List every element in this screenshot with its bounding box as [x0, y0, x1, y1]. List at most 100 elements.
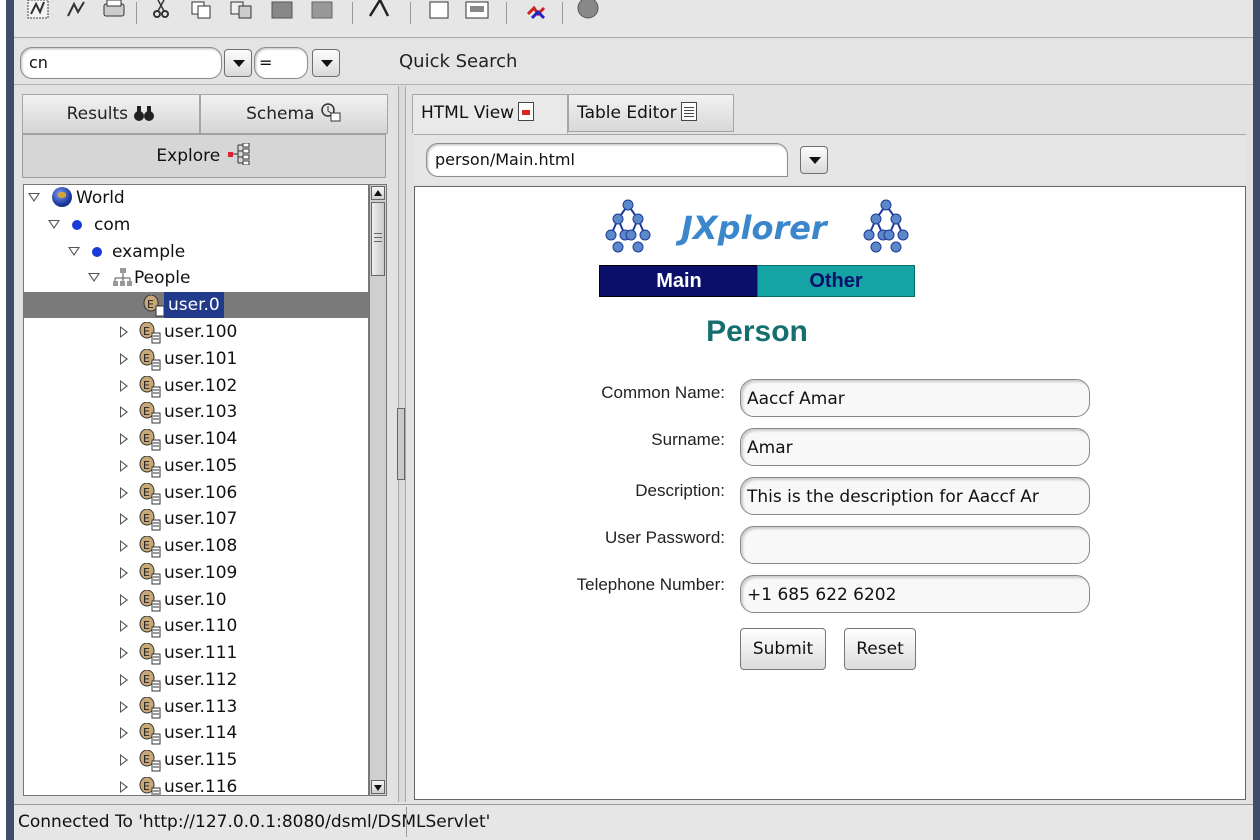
scroll-up-icon[interactable] [371, 186, 385, 200]
tree-node-user[interactable]: Euser.109 [24, 560, 368, 586]
tree-node-user[interactable]: Euser.110 [24, 613, 368, 639]
tree-node-user[interactable]: Euser.115 [24, 747, 368, 773]
expand-toggle-icon[interactable] [120, 566, 128, 579]
expand-toggle-icon[interactable] [88, 273, 100, 282]
tab-schema[interactable]: Schema [200, 94, 388, 134]
tree-node-user[interactable]: Euser.101 [24, 346, 368, 372]
surname-label: Surname: [651, 430, 725, 449]
explore-tree-icon [227, 142, 250, 166]
refresh-icon[interactable] [524, 0, 552, 24]
tree-scrollbar[interactable] [369, 184, 387, 796]
tree-node-label: com [94, 215, 131, 235]
tree-node-user[interactable]: Euser.105 [24, 453, 368, 479]
toolbar-separator [562, 2, 563, 24]
template-select[interactable]: person/Main.html [426, 143, 788, 177]
tree-node-user[interactable]: Euser.103 [24, 399, 368, 425]
tree-node-example[interactable]: example [24, 239, 368, 265]
expand-toggle-icon[interactable] [120, 406, 128, 419]
expand-toggle-icon[interactable] [120, 433, 128, 445]
rename-icon[interactable] [464, 0, 492, 24]
org-unit-icon [113, 268, 132, 286]
expand-toggle-icon[interactable] [120, 352, 128, 365]
scroll-down-icon[interactable] [371, 780, 385, 794]
expand-toggle-icon[interactable] [120, 727, 128, 740]
disconnect-icon[interactable] [64, 0, 92, 24]
splitter-grip[interactable] [397, 408, 405, 480]
attribute-dropdown-button[interactable] [224, 49, 252, 77]
scroll-thumb[interactable] [371, 202, 385, 276]
quick-search-label[interactable]: Quick Search [399, 51, 517, 72]
expand-toggle-icon[interactable] [120, 486, 128, 499]
tree-node-user[interactable]: Euser.113 [24, 694, 368, 720]
delete-icon[interactable] [366, 0, 394, 24]
telephone-number-field[interactable]: +1 685 622 6202 [740, 575, 1090, 613]
tab-results[interactable]: Results [22, 94, 200, 134]
tree-node-user[interactable]: Euser.10 [24, 587, 368, 613]
common-name-field[interactable]: Aaccf Amar [740, 379, 1090, 417]
stop-icon[interactable] [574, 0, 602, 24]
reset-button[interactable]: Reset [844, 628, 916, 670]
tree-node-label: user.107 [164, 509, 238, 530]
tree-node-user[interactable]: Euser.108 [24, 533, 368, 559]
expand-toggle-icon[interactable] [120, 540, 128, 552]
tree-node-world[interactable]: World [24, 185, 368, 211]
copy-dn-icon[interactable] [228, 0, 256, 24]
tree-node-people[interactable]: People [24, 265, 368, 291]
tab-html-view[interactable]: HTML View [412, 94, 568, 134]
copy-icon[interactable] [188, 0, 216, 24]
panel-splitter[interactable] [397, 86, 406, 802]
expand-toggle-icon[interactable] [28, 193, 40, 202]
expand-toggle-icon[interactable] [120, 593, 128, 606]
operator-dropdown-button[interactable] [312, 49, 340, 77]
new-entry-icon[interactable] [426, 0, 454, 24]
tree-node-user[interactable]: Euser.111 [24, 640, 368, 666]
tree-node-user[interactable]: Euser.114 [24, 720, 368, 746]
window-border-left [6, 0, 14, 840]
tab-table-editor[interactable]: Table Editor [568, 94, 734, 132]
tree-node-user[interactable]: Euser.112 [24, 667, 368, 693]
tab-table-editor-label: Table Editor [577, 103, 677, 123]
cut-icon[interactable] [148, 0, 176, 24]
print-icon[interactable] [100, 0, 128, 24]
nav-other-link[interactable]: Other [757, 265, 915, 297]
tree-node-user[interactable]: Euser.104 [24, 426, 368, 452]
expand-toggle-icon[interactable] [120, 673, 128, 686]
connect-icon[interactable] [26, 0, 54, 24]
expand-toggle-icon[interactable] [120, 780, 128, 793]
description-field[interactable]: This is the description for Aaccf Ar [740, 477, 1090, 515]
tree-node-label: user.10 [164, 589, 227, 610]
expand-toggle-icon[interactable] [120, 459, 128, 472]
tree-node-user[interactable]: Euser.102 [24, 373, 368, 399]
attribute-input[interactable]: cn [20, 47, 222, 79]
expand-toggle-icon[interactable] [120, 620, 128, 633]
tree-node-label: user.112 [164, 669, 238, 690]
tree-node-user[interactable]: Euser.107 [24, 506, 368, 532]
paste-icon[interactable] [268, 0, 296, 24]
user-entry-icon: E [139, 750, 161, 772]
operator-input[interactable]: = [254, 47, 308, 79]
surname-field[interactable]: Amar [740, 428, 1090, 466]
molecule-logo-icon [863, 199, 909, 253]
directory-tree[interactable]: World com example People E user.0 E user… [23, 184, 369, 796]
expand-toggle-icon[interactable] [120, 326, 128, 338]
expand-toggle-icon[interactable] [68, 247, 80, 256]
expand-toggle-icon[interactable] [120, 513, 128, 526]
paste-alias-icon[interactable] [308, 0, 336, 24]
template-dropdown-button[interactable] [800, 146, 828, 174]
tree-node-com[interactable]: com [24, 212, 368, 238]
tree-node-user[interactable]: Euser.100 [24, 319, 368, 345]
tree-node-user[interactable]: Euser.116 [24, 774, 368, 795]
tree-node-label: user.101 [164, 348, 238, 369]
user-password-field[interactable] [740, 526, 1090, 564]
tree-node-user[interactable]: Euser.106 [24, 480, 368, 506]
expand-toggle-icon[interactable] [120, 754, 128, 766]
submit-button[interactable]: Submit [740, 628, 826, 670]
expand-toggle-icon[interactable] [120, 700, 128, 713]
tree-node-user-selected[interactable]: E user.0 [24, 292, 368, 318]
nav-main-link[interactable]: Main [599, 265, 759, 297]
user-entry-icon: E [139, 482, 161, 504]
tab-explore[interactable]: Explore [22, 134, 386, 178]
expand-toggle-icon[interactable] [120, 647, 128, 659]
expand-toggle-icon[interactable] [120, 379, 128, 392]
expand-toggle-icon[interactable] [48, 220, 60, 229]
